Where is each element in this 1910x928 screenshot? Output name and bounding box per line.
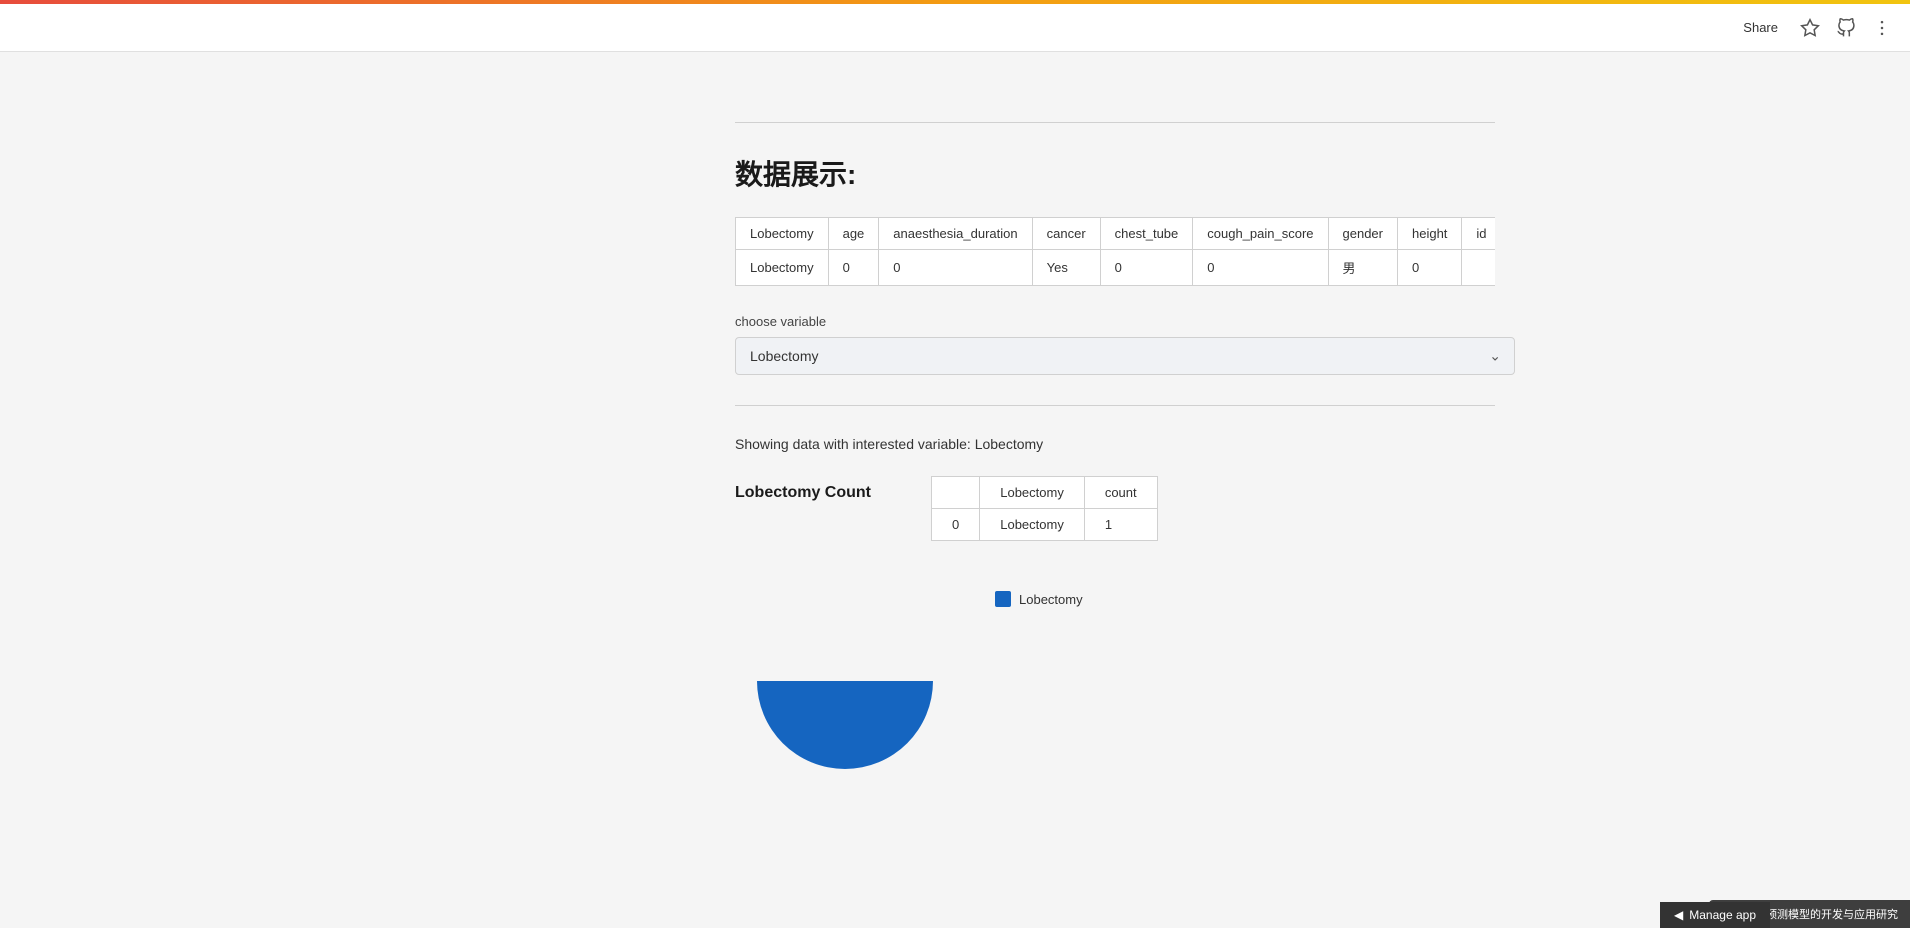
count-table: Lobectomy count 0 Lobectomy 1 bbox=[931, 476, 1158, 541]
section-title: 数据展示: bbox=[735, 153, 1495, 193]
col-age: age bbox=[828, 218, 879, 250]
data-table: Lobectomy age anaesthesia_duration cance… bbox=[735, 217, 1495, 286]
manage-app-label: Manage app bbox=[1689, 908, 1756, 922]
variable-select[interactable]: Lobectomy age anaesthesia_duration cance… bbox=[735, 337, 1515, 375]
header-actions: Share bbox=[1735, 16, 1894, 40]
cell-chest-tube: 0 bbox=[1100, 250, 1193, 286]
star-icon[interactable] bbox=[1798, 16, 1822, 40]
legend-label: Lobectomy bbox=[1019, 592, 1083, 607]
col-cancer: cancer bbox=[1032, 218, 1100, 250]
more-menu-icon[interactable] bbox=[1870, 16, 1894, 40]
cell-age: 0 bbox=[828, 250, 879, 286]
count-title: Lobectomy Count bbox=[735, 484, 871, 502]
col-cough-pain: cough_pain_score bbox=[1193, 218, 1328, 250]
manage-app-button[interactable]: ◀ Manage app bbox=[1660, 902, 1770, 928]
header: Share bbox=[0, 4, 1910, 52]
count-cell-count: 1 bbox=[1084, 509, 1157, 541]
chart-legend-area: Lobectomy bbox=[995, 571, 1083, 607]
middle-divider bbox=[735, 405, 1495, 406]
github-icon[interactable] bbox=[1834, 16, 1858, 40]
share-button[interactable]: Share bbox=[1735, 16, 1786, 39]
col-lobectomy: Lobectomy bbox=[736, 218, 829, 250]
legend-color-swatch bbox=[995, 591, 1011, 607]
cell-cancer: Yes bbox=[1032, 250, 1100, 286]
cell-gender: 男 bbox=[1328, 250, 1397, 286]
count-cell-lobectomy: Lobectomy bbox=[980, 509, 1085, 541]
top-gradient-bar bbox=[0, 0, 1910, 4]
count-section: Lobectomy Count Lobectomy count 0 Lobect… bbox=[735, 476, 1495, 541]
table-row: Lobectomy 0 0 Yes 0 0 男 0 bbox=[736, 250, 1496, 286]
cell-anaesthesia: 0 bbox=[879, 250, 1032, 286]
col-anaesthesia: anaesthesia_duration bbox=[879, 218, 1032, 250]
count-header-row: Lobectomy count bbox=[932, 477, 1158, 509]
col-id: id bbox=[1462, 218, 1495, 250]
main-content: 数据展示: Lobectomy age anaesthesia_duration… bbox=[355, 52, 1555, 791]
col-height: height bbox=[1398, 218, 1462, 250]
chart-area: Lobectomy bbox=[735, 571, 1495, 751]
count-row: 0 Lobectomy 1 bbox=[932, 509, 1158, 541]
count-col-lobectomy: Lobectomy bbox=[980, 477, 1085, 509]
col-gender: gender bbox=[1328, 218, 1397, 250]
cell-lobectomy: Lobectomy bbox=[736, 250, 829, 286]
cell-height: 0 bbox=[1398, 250, 1462, 286]
count-cell-index: 0 bbox=[932, 509, 980, 541]
top-divider bbox=[735, 122, 1495, 123]
count-col-count: count bbox=[1084, 477, 1157, 509]
count-col-index bbox=[932, 477, 980, 509]
table-header-row: Lobectomy age anaesthesia_duration cance… bbox=[736, 218, 1496, 250]
chart-legend: Lobectomy bbox=[995, 591, 1083, 607]
col-chest-tube: chest_tube bbox=[1100, 218, 1193, 250]
data-table-wrapper: Lobectomy age anaesthesia_duration cance… bbox=[735, 217, 1495, 286]
manage-app-icon: ◀ bbox=[1674, 908, 1683, 922]
cell-id bbox=[1462, 250, 1495, 286]
cell-cough-pain: 0 bbox=[1193, 250, 1328, 286]
showing-label: Showing data with interested variable: L… bbox=[735, 436, 1495, 452]
variable-label: choose variable bbox=[735, 314, 1495, 329]
variable-select-wrapper: Lobectomy age anaesthesia_duration cance… bbox=[735, 337, 1515, 375]
pie-chart bbox=[735, 571, 955, 751]
